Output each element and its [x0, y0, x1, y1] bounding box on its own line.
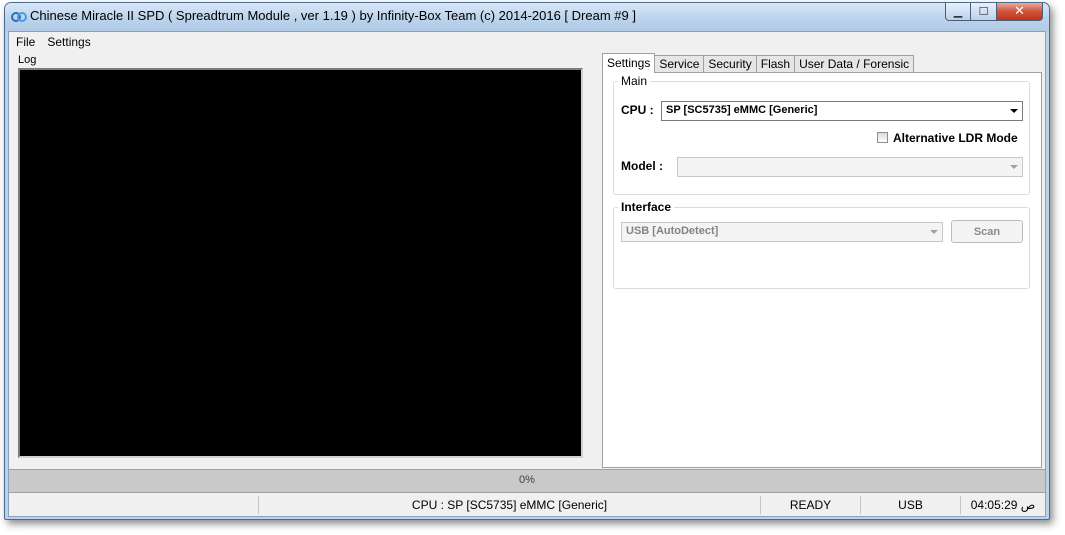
chevron-down-icon: [1010, 165, 1018, 169]
model-select[interactable]: [677, 157, 1023, 177]
menu-settings[interactable]: Settings: [42, 35, 95, 49]
log-label: Log: [18, 54, 37, 66]
interface-select-value: USB [AutoDetect]: [626, 225, 719, 237]
maximize-button[interactable]: ☐: [971, 3, 997, 21]
status-cell-empty: [9, 496, 259, 514]
main-groupbox: Main CPU : SP [SC5735] eMMC [Generic] Al…: [613, 74, 1030, 195]
window-controls: ▁ ☐ ✕: [945, 3, 1043, 22]
tab-user-data-forensic[interactable]: User Data / Forensic: [794, 55, 915, 73]
settings-panel: Main CPU : SP [SC5735] eMMC [Generic] Al…: [602, 72, 1042, 468]
window-title: Chinese Miracle II SPD ( Spreadtrum Modu…: [30, 8, 636, 23]
alt-ldr-checkbox[interactable]: [877, 132, 888, 143]
log-output[interactable]: [18, 68, 583, 458]
interface-groupbox: Interface USB [AutoDetect] Scan: [613, 200, 1030, 289]
status-time: 04:05:29 ص: [970, 498, 1036, 512]
model-label: Model :: [621, 159, 663, 173]
status-state: READY: [761, 496, 861, 514]
interface-group-label: Interface: [618, 200, 675, 214]
app-window: Chinese Miracle II SPD ( Spreadtrum Modu…: [4, 2, 1050, 520]
main-group-label: Main: [618, 74, 651, 88]
client-area: File Settings Log Settings Service Secur…: [8, 31, 1046, 517]
chevron-down-icon: [1010, 109, 1018, 113]
interface-select[interactable]: USB [AutoDetect]: [621, 222, 943, 242]
tab-bar: Settings Service Security Flash User Dat…: [602, 53, 915, 73]
title-bar[interactable]: Chinese Miracle II SPD ( Spreadtrum Modu…: [5, 3, 1049, 31]
maximize-icon: ☐: [978, 5, 989, 18]
progress-text: 0%: [519, 474, 535, 486]
progress-bar: 0%: [9, 469, 1045, 493]
status-cpu: CPU : SP [SC5735] eMMC [Generic]: [259, 496, 761, 514]
chevron-down-icon: [930, 230, 938, 234]
status-port: USB: [861, 496, 961, 514]
close-button[interactable]: ✕: [997, 3, 1043, 21]
minimize-icon: ▁: [953, 5, 963, 18]
tab-service[interactable]: Service: [654, 55, 705, 73]
menu-bar: File Settings: [9, 32, 1045, 51]
status-bar: CPU : SP [SC5735] eMMC [Generic] READY U…: [9, 494, 1045, 516]
close-icon: ✕: [1014, 4, 1025, 19]
tab-security[interactable]: Security: [703, 55, 757, 73]
alt-ldr-label: Alternative LDR Mode: [893, 131, 1018, 145]
app-icon: [11, 12, 27, 22]
cpu-select[interactable]: SP [SC5735] eMMC [Generic]: [661, 101, 1023, 121]
menu-file[interactable]: File: [11, 35, 40, 49]
tab-flash[interactable]: Flash: [755, 55, 796, 73]
tab-settings[interactable]: Settings: [602, 53, 656, 73]
scan-button[interactable]: Scan: [951, 220, 1023, 243]
minimize-button[interactable]: ▁: [945, 3, 971, 21]
cpu-select-value: SP [SC5735] eMMC [Generic]: [666, 104, 818, 116]
cpu-label: CPU :: [621, 103, 654, 117]
